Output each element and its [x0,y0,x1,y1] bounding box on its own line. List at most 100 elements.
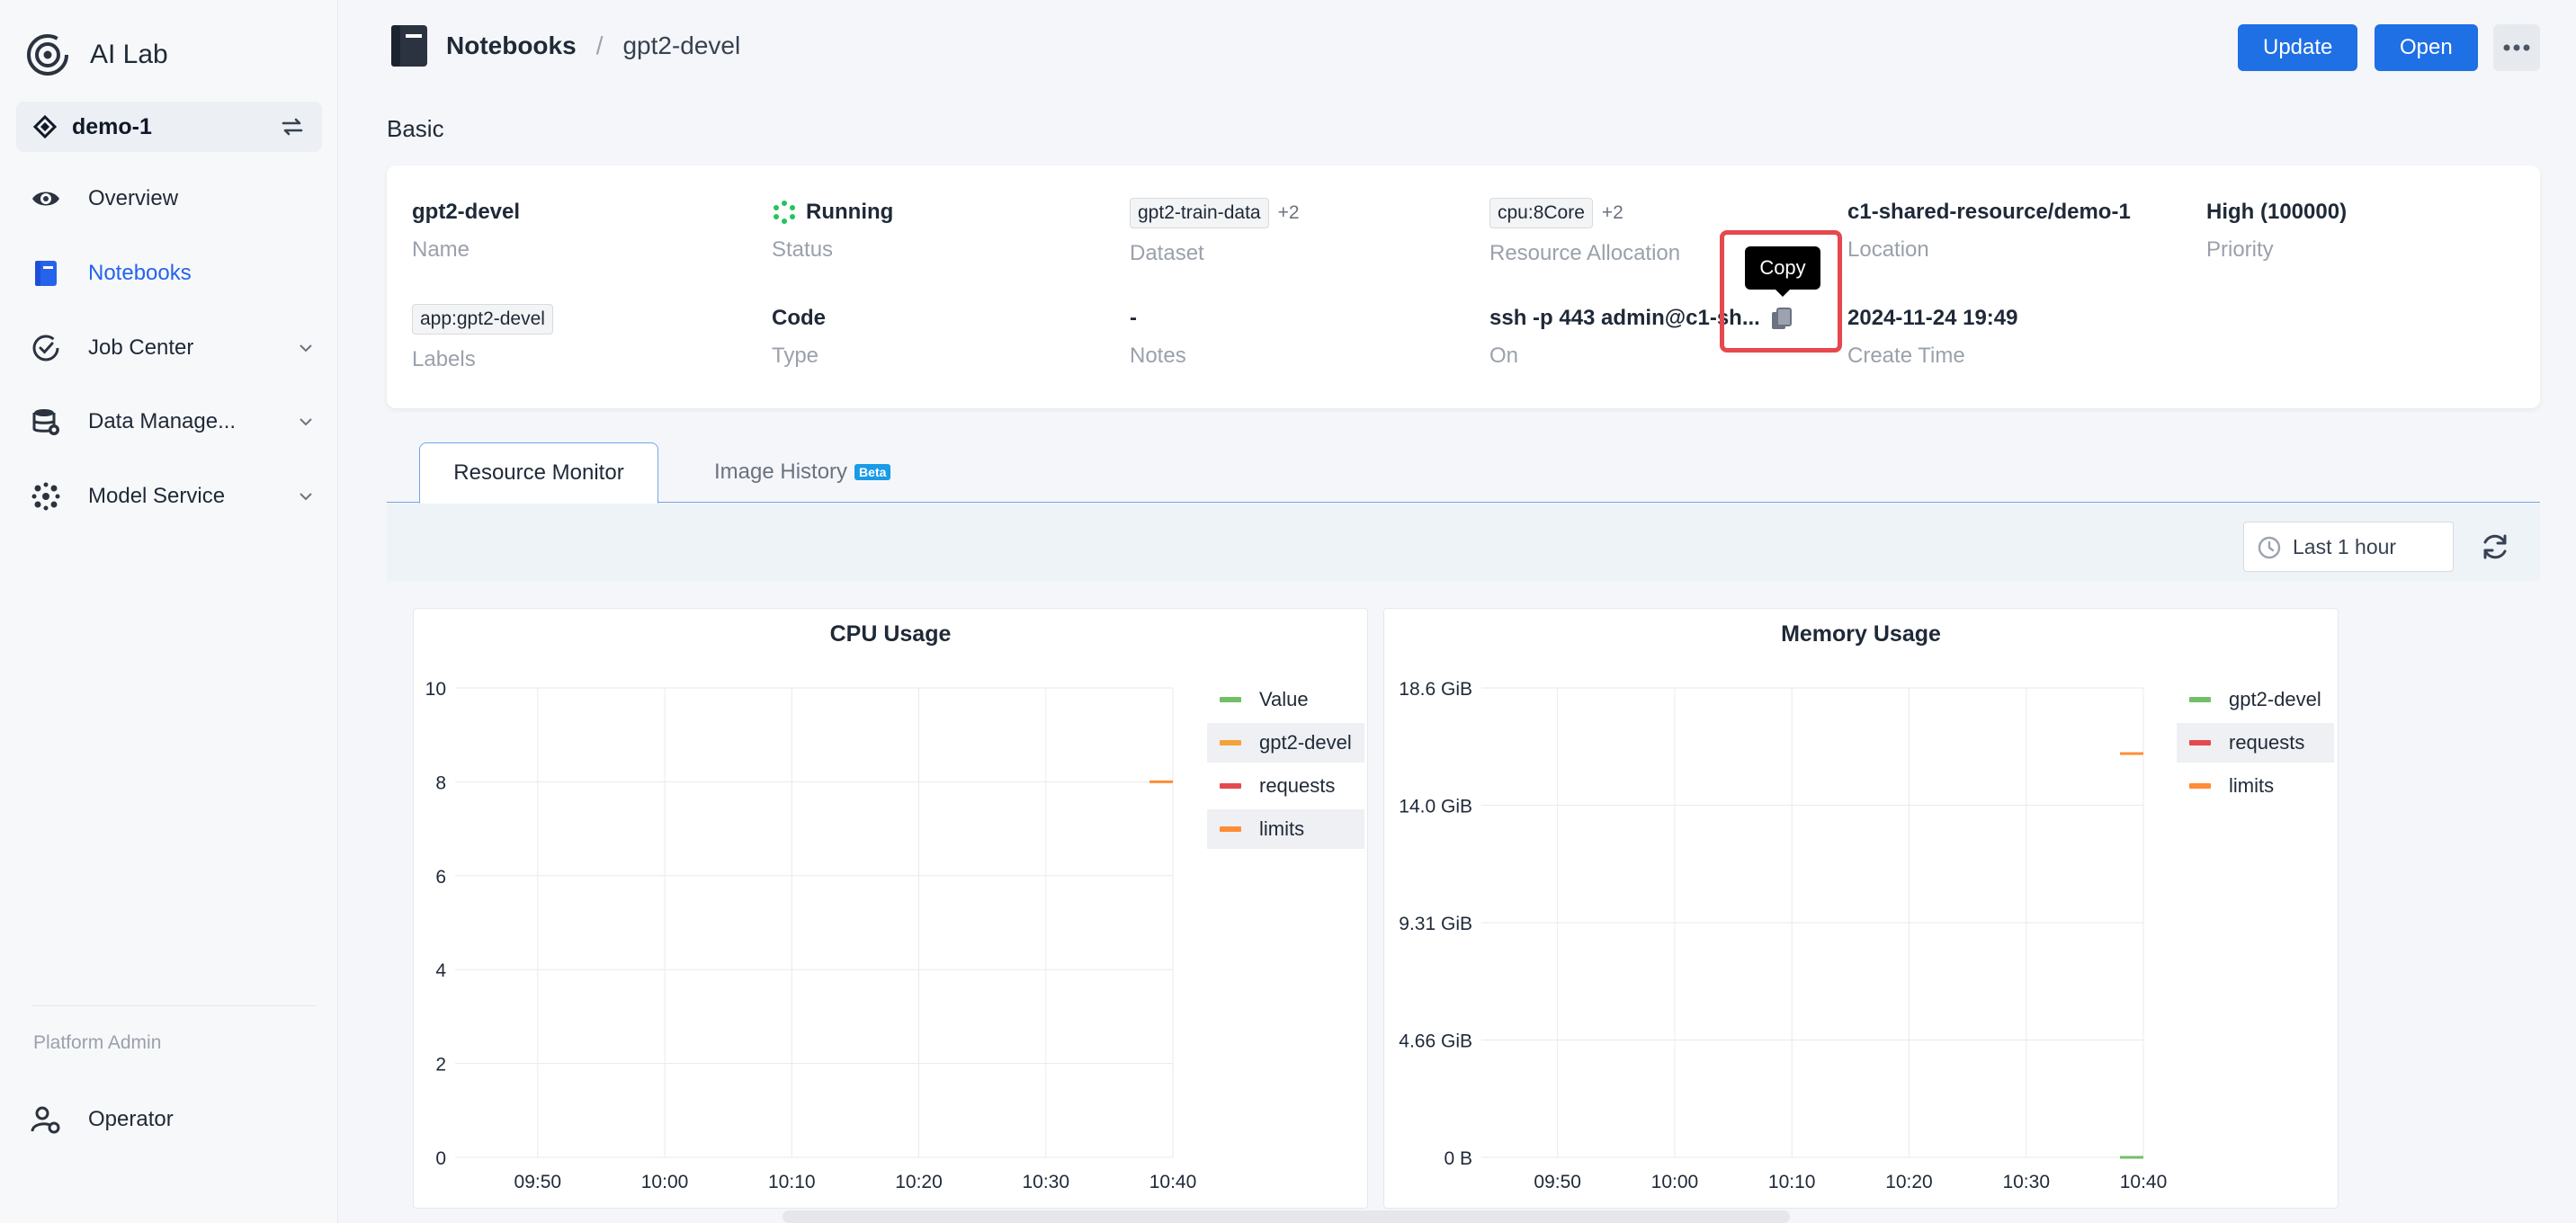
field-name: gpt2-devel Name [412,200,520,263]
model-service-icon [29,479,63,513]
chevron-down-icon[interactable] [295,337,317,359]
dataset-more-count[interactable]: +2 [1278,202,1300,224]
running-status-icon [774,201,795,224]
sidebar-item-overview[interactable]: Overview [29,174,317,224]
legend-label: gpt2-devel [1259,731,1352,754]
workspace-icon [32,114,58,139]
sidebar-item-label: Operator [88,1107,174,1131]
cpu-legend: Value gpt2-devel requests limits [1207,680,1364,853]
dataset-tag: gpt2-train-data [1130,198,1269,228]
x-tick-label: 10:30 [2002,1172,2050,1192]
field-location: c1-shared-resource/demo-1 Location [1847,200,2131,263]
field-value: c1-shared-resource/demo-1 [1847,200,2131,224]
field-label: Resource Allocation [1489,241,1681,265]
time-range-picker[interactable]: Last 1 hour [2243,522,2454,572]
legend-swatch [1220,783,1241,789]
legend-item[interactable]: Value [1207,680,1364,719]
x-tick-label: 10:40 [2120,1172,2168,1192]
refresh-button[interactable] [2477,529,2513,565]
y-tick-label: 2 [435,1055,446,1076]
notebook-icon [391,25,427,67]
field-value: Running [772,200,893,225]
y-tick-label: 0 [435,1148,446,1169]
legend-item[interactable]: requests [2177,723,2334,763]
more-actions-button[interactable] [2493,24,2540,71]
x-tick-label: 10:00 [641,1172,689,1192]
switch-icon[interactable] [279,113,306,140]
field-label: Create Time [1847,344,1965,368]
memory-legend: gpt2-devel requests limits [2177,680,2334,809]
sidebar-item-label: Data Manage... [88,409,237,433]
brand[interactable]: AI Lab [25,32,168,77]
legend-item[interactable]: requests [1207,766,1364,806]
field-label: Location [1847,237,1929,262]
field-label: Priority [2206,237,2274,262]
field-value: gpt2-train-data +2 [1130,198,1300,228]
field-value: High (100000) [2206,200,2348,224]
workspace-name: demo-1 [72,113,152,139]
x-tick-label: 10:00 [1651,1172,1699,1192]
field-label: Status [772,237,834,262]
legend-item[interactable]: limits [2177,766,2334,806]
x-tick-label: 09:50 [1534,1172,1581,1192]
status-text: Running [806,200,894,224]
eye-icon [29,182,63,216]
sidebar-item-data-management[interactable]: Data Manage... [29,397,317,447]
y-tick-label: 4 [435,960,446,981]
workspace-switcher[interactable]: demo-1 [16,102,322,152]
user-gear-icon [29,1102,63,1137]
field-label: Dataset [1130,241,1204,265]
field-dataset: gpt2-train-data +2 Dataset [1130,198,1300,266]
sidebar-item-operator[interactable]: Operator [29,1094,317,1145]
field-value: Code [772,306,826,330]
sidebar-item-job-center[interactable]: Job Center [29,323,317,373]
database-icon [29,405,63,439]
chevron-down-icon[interactable] [295,411,317,433]
field-create-time: 2024-11-24 19:49 Create Time [1847,306,2018,369]
y-tick-label: 8 [435,772,446,793]
legend-swatch [2189,740,2211,745]
tab-image-history[interactable]: Image History Beta [684,442,921,502]
legend-swatch [1220,740,1241,745]
sidebar-item-label: Job Center [88,335,194,360]
sidebar-item-notebooks[interactable]: Notebooks [29,248,317,299]
breadcrumb-root-link[interactable]: Notebooks [446,31,577,60]
legend-item[interactable]: gpt2-devel [2177,680,2334,719]
y-tick-label: 6 [435,867,446,888]
ai-lab-logo-icon [27,34,68,76]
update-button[interactable]: Update [2238,24,2358,71]
legend-label: gpt2-devel [2229,688,2321,710]
copy-button[interactable] [1768,306,1795,333]
field-label: Notes [1130,344,1186,368]
sidebar-item-label: Model Service [88,484,226,508]
more-dots-icon [2503,44,2530,51]
refresh-icon [2483,534,2507,559]
breadcrumb: Notebooks / gpt2-devel [389,23,740,68]
sidebar-item-label: Notebooks [88,261,192,285]
tab-resource-monitor[interactable]: Resource Monitor [419,442,658,504]
sidebar-item-model-service[interactable]: Model Service [29,471,317,522]
legend-item[interactable]: limits [1207,809,1364,849]
open-button[interactable]: Open [2375,24,2478,71]
x-tick-label: 09:50 [514,1172,562,1192]
time-range-value: Last 1 hour [2293,534,2397,558]
breadcrumb-current: gpt2-devel [622,31,741,59]
chevron-down-icon[interactable] [295,486,317,507]
x-tick-label: 10:10 [1768,1172,1816,1192]
horizontal-scrollbar[interactable] [783,1210,1790,1223]
field-priority: High (100000) Priority [2206,200,2347,263]
label-tag: app:gpt2-devel [412,304,553,335]
legend-label: Value [1259,688,1309,710]
y-tick-label: 18.6 GiB [1399,679,1472,700]
resource-more-count[interactable]: +2 [1602,202,1623,224]
legend-item[interactable]: gpt2-devel [1207,723,1364,763]
field-value: cpu:8Core +2 [1489,198,1680,228]
x-tick-label: 10:30 [1022,1172,1069,1192]
sidebar-section-label: Platform Admin [33,1032,162,1053]
field-status: Running Status [772,200,893,263]
field-labels: app:gpt2-devel Labels [412,304,553,372]
legend-label: requests [1259,774,1336,797]
sidebar-item-label: Overview [88,186,179,210]
field-resource-allocation: cpu:8Core +2 Resource Allocation [1489,198,1680,266]
field-value: gpt2-devel [412,200,521,224]
